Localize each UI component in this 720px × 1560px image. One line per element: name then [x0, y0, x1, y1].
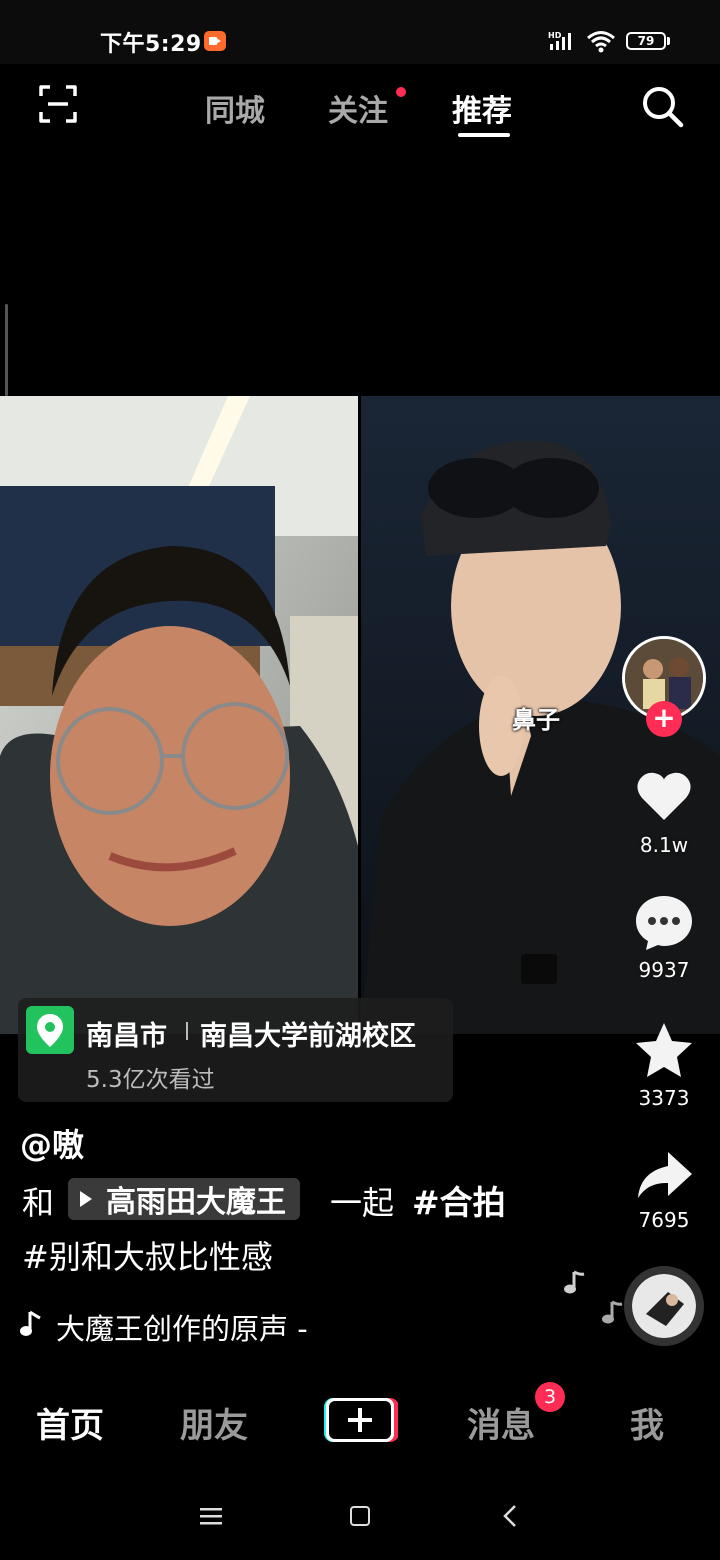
floating-note-icon [564, 1270, 585, 1294]
location-city: 南昌市 [86, 1021, 167, 1052]
comment-icon[interactable] [634, 892, 694, 952]
search-icon[interactable] [640, 84, 684, 128]
floating-note-icon [602, 1300, 623, 1324]
location-pin-icon [26, 1006, 74, 1054]
active-tab-indicator [458, 133, 510, 137]
music-title[interactable]: 大魔王创作的原声 - [56, 1306, 308, 1348]
nav-home[interactable]: 首页 [36, 1398, 104, 1447]
tab-nearby[interactable]: 同城 [205, 86, 265, 130]
battery-cap [667, 37, 670, 45]
duet-left-video [0, 396, 358, 1034]
video-caption: 鼻子 [512, 706, 560, 734]
description-and: 和 [22, 1184, 55, 1222]
messages-badge: 3 [535, 1382, 565, 1412]
notification-dot [396, 87, 406, 97]
mention-name: 高雨田大魔王 [106, 1185, 286, 1220]
status-time: 下午5:29 [100, 32, 202, 57]
favorite-star-icon[interactable] [634, 1020, 694, 1080]
author-username[interactable]: @嗷 [20, 1120, 84, 1166]
like-icon[interactable] [634, 766, 694, 826]
system-menu-icon[interactable] [200, 1506, 222, 1526]
hashtag-2[interactable]: #别和大叔比性感 [22, 1232, 273, 1278]
screen-record-icon [204, 31, 226, 51]
nav-me[interactable]: 我 [630, 1398, 664, 1447]
location-views: 5.3亿次看过 [86, 1067, 215, 1093]
scan-icon[interactable] [38, 84, 78, 124]
system-home-icon[interactable] [350, 1506, 370, 1526]
wifi-icon [587, 31, 615, 53]
play-icon [80, 1191, 92, 1207]
location-card[interactable]: 南昌市 南昌大学前湖校区 5.3亿次看过 [18, 998, 453, 1102]
share-count: 7695 [638, 1208, 690, 1232]
music-note-icon [20, 1310, 41, 1336]
tab-recommend[interactable]: 推荐 [452, 86, 512, 130]
create-post-button[interactable] [322, 1396, 398, 1444]
nav-friends[interactable]: 朋友 [180, 1398, 248, 1447]
location-separator [186, 1022, 188, 1040]
location-place: 南昌大学前湖校区 [200, 1021, 416, 1052]
description-together: 一起 [330, 1184, 395, 1222]
music-disc[interactable] [624, 1266, 704, 1346]
video-player[interactable] [0, 396, 720, 1034]
signal-icon: HD [548, 31, 571, 50]
comment-count: 9937 [638, 958, 690, 982]
scroll-indicator [5, 304, 8, 396]
tab-following[interactable]: 关注 [328, 86, 388, 130]
follow-button[interactable]: + [646, 701, 682, 737]
like-count: 8.1w [639, 833, 689, 857]
share-icon[interactable] [634, 1146, 694, 1206]
hashtag-duet[interactable]: #合拍 [412, 1176, 506, 1224]
nav-messages[interactable]: 消息 [467, 1398, 535, 1447]
battery-icon: 79 [626, 32, 666, 50]
system-back-icon[interactable] [502, 1504, 518, 1528]
svg-text:HD: HD [548, 31, 562, 40]
favorite-count: 3373 [638, 1086, 690, 1110]
mention-chip[interactable]: 高雨田大魔王 [68, 1178, 300, 1220]
